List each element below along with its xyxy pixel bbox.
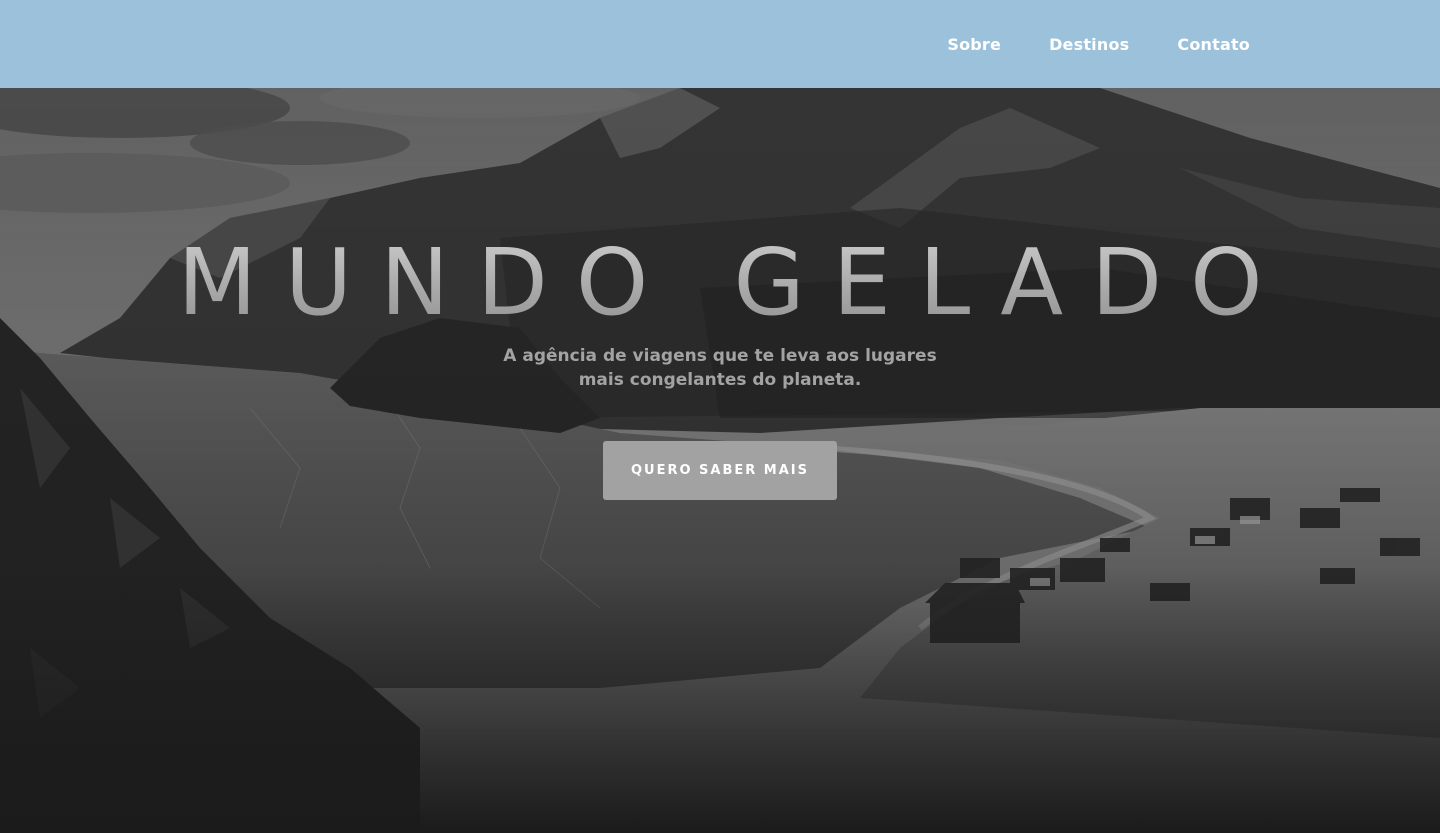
nav-link-destinos[interactable]: Destinos bbox=[1049, 35, 1129, 54]
top-navbar: Sobre Destinos Contato bbox=[0, 0, 1440, 88]
hero-section: MUNDO GELADO A agência de viagens que te… bbox=[0, 88, 1440, 833]
quero-saber-mais-button[interactable]: QUERO SABER MAIS bbox=[603, 441, 837, 500]
nav-link-sobre[interactable]: Sobre bbox=[947, 35, 1001, 54]
nav-links: Sobre Destinos Contato bbox=[947, 0, 1250, 88]
hero-title: MUNDO GELADO bbox=[0, 228, 1440, 338]
nav-link-contato[interactable]: Contato bbox=[1177, 35, 1250, 54]
hero-subtitle: A agência de viagens que te leva aos lug… bbox=[503, 346, 937, 390]
